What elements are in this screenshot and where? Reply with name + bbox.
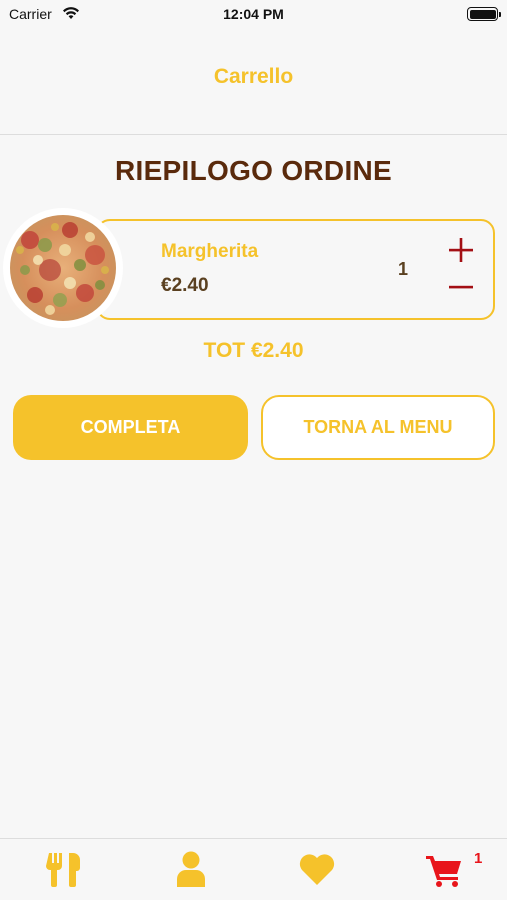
pizza-image xyxy=(3,208,123,328)
tab-profile[interactable] xyxy=(171,849,211,889)
user-icon xyxy=(177,851,205,887)
cart-icon xyxy=(426,856,461,887)
navigation-bar: Carrello xyxy=(0,28,507,135)
increase-quantity-button[interactable] xyxy=(447,236,475,264)
cart-badge: 1 xyxy=(474,850,483,867)
item-quantity: 1 xyxy=(398,259,409,279)
nav-title: Carrello xyxy=(213,65,294,88)
item-price: €2.40 xyxy=(161,275,209,296)
status-time: 12:04 PM xyxy=(223,6,284,22)
order-total: TOT €2.40 xyxy=(203,339,304,362)
decrease-quantity-button[interactable] xyxy=(447,273,475,301)
tab-bar xyxy=(0,838,507,900)
minus-icon xyxy=(449,285,473,289)
order-item-card xyxy=(96,219,495,320)
battery-icon xyxy=(467,7,501,21)
complete-order-button[interactable]: COMPLETA xyxy=(13,395,248,460)
tab-favorites[interactable] xyxy=(297,849,337,889)
fork-knife-icon xyxy=(46,853,80,887)
item-name: Margherita xyxy=(161,241,259,262)
plus-icon xyxy=(449,238,473,262)
tab-menu[interactable] xyxy=(45,849,85,889)
order-summary-title: RIEPILOGO ORDINE xyxy=(114,155,393,186)
tab-cart[interactable] xyxy=(424,849,464,889)
heart-icon xyxy=(299,854,335,885)
status-bar: Carrier 12:04 PM xyxy=(0,0,507,28)
back-to-menu-button[interactable]: TORNA AL MENU xyxy=(261,395,495,460)
